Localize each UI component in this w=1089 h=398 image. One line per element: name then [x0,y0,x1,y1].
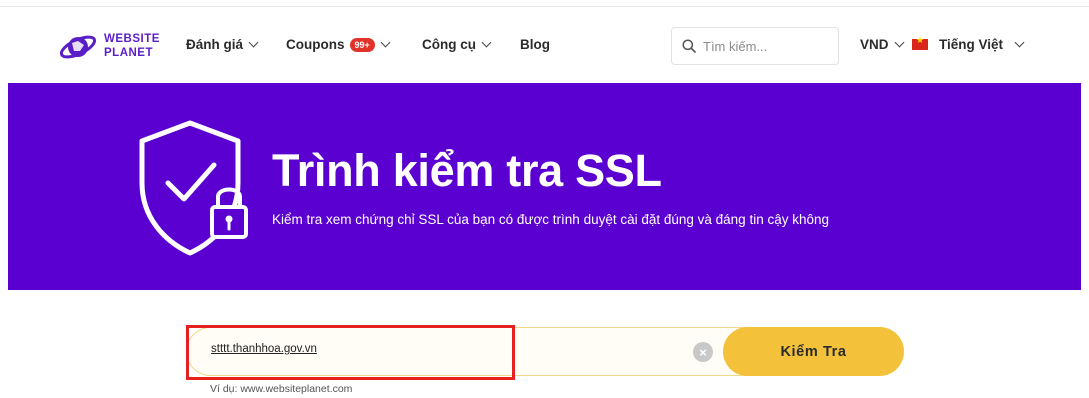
clear-input-button[interactable]: × [693,342,713,362]
nav-reviews-label: Đánh giá [186,37,244,52]
domain-url-input[interactable] [211,343,671,355]
nav-blog[interactable]: Blog [520,37,550,52]
planet-logo-icon [59,35,97,59]
nav-coupons[interactable]: Coupons 99+ [286,37,391,52]
nav-coupons-label: Coupons [286,37,345,52]
chevron-down-icon [894,37,904,48]
nav-tools-label: Công cụ [422,37,476,52]
nav-blog-label: Blog [520,37,550,52]
header-search-input[interactable] [703,38,823,54]
chevron-down-icon [1014,37,1025,48]
currency-label: VND [860,37,889,52]
language-label: Tiếng Việt [939,37,1004,52]
check-ssl-button[interactable]: Kiểm Tra [723,327,904,376]
nav-reviews[interactable]: Đánh giá [186,37,259,52]
example-hint: Ví dụ: www.websiteplanet.com [210,383,353,395]
currency-selector[interactable]: VND [860,37,904,52]
header-search[interactable] [671,27,839,65]
language-selector[interactable]: Tiếng Việt [912,36,1025,52]
chevron-down-icon [481,37,492,48]
coupons-count-badge: 99+ [349,37,375,52]
page-subtitle: Kiểm tra xem chứng chỉ SSL của bạn có đư… [272,212,829,227]
nav-tools[interactable]: Công cụ [422,37,492,52]
hero-banner: Trình kiểm tra SSL Kiểm tra xem chứng ch… [8,83,1081,290]
site-header: WEBSITE PLANET Đánh giá Coupons 99+ Công… [0,7,1089,83]
chevron-down-icon [380,37,391,48]
chevron-down-icon [248,37,259,48]
website-planet-logo[interactable]: WEBSITE PLANET [58,29,168,65]
shield-lock-icon [139,120,248,256]
vietnam-flag-icon [912,36,928,50]
ssl-check-form: × Kiểm Tra [186,327,904,376]
page-title: Trình kiểm tra SSL [272,145,662,196]
logo-wordmark: WEBSITE PLANET [104,33,160,59]
search-icon [682,39,696,53]
close-icon: × [699,344,707,360]
